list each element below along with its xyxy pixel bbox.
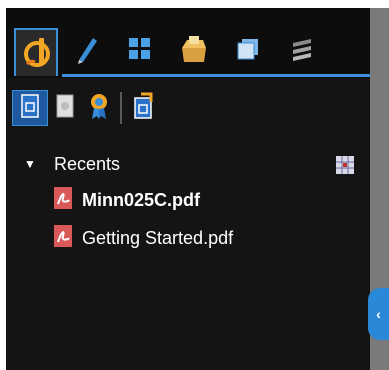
tab-attachments[interactable] [174, 28, 214, 74]
tab-stack[interactable] [282, 28, 322, 74]
layers-icon [234, 35, 262, 68]
recent-file-name: Minn025C.pdf [82, 190, 201, 210]
certificate-icon [88, 92, 110, 125]
signature-icon [21, 34, 51, 73]
pdf-file-icon [52, 224, 74, 253]
document-arrow-icon [131, 92, 155, 125]
sub-toolbar [6, 88, 160, 128]
panel-tabbar [6, 8, 370, 78]
attachments-box-icon [179, 34, 209, 69]
tab-layers[interactable] [228, 28, 268, 74]
document-view-button[interactable] [12, 90, 48, 126]
navigation-panel: ▼ Recents Minn025C.pdf Getting Started.p… [6, 8, 370, 370]
recents-group[interactable]: ▼ Recents [24, 152, 120, 176]
collapse-arrow-icon[interactable]: ▼ [24, 157, 38, 171]
document-arrow-button[interactable] [126, 91, 160, 125]
document-icon [20, 93, 40, 124]
chevron-left-icon: ‹ [376, 306, 381, 322]
page-button[interactable] [48, 91, 82, 125]
tab-signatures[interactable] [14, 28, 58, 76]
tabs-underline [62, 74, 370, 77]
tab-thumbnails[interactable] [120, 28, 160, 74]
toolbar-separator [120, 92, 122, 124]
tabs-row [14, 28, 336, 76]
recents-label: Recents [54, 153, 121, 174]
recent-file-item[interactable]: Getting Started.pdf [52, 224, 233, 253]
pen-icon [73, 34, 99, 69]
recent-file-name: Getting Started.pdf [82, 228, 234, 248]
thumbnails-grid-icon [127, 36, 153, 67]
options-grid-icon[interactable] [336, 156, 354, 179]
page-icon [54, 93, 76, 124]
tab-pen[interactable] [66, 28, 106, 74]
pdf-file-icon [52, 186, 74, 215]
certificate-button[interactable] [82, 91, 116, 125]
stack-icon [289, 35, 315, 68]
recent-file-item[interactable]: Minn025C.pdf [52, 186, 200, 215]
collapse-panel-button[interactable]: ‹ [368, 288, 389, 340]
